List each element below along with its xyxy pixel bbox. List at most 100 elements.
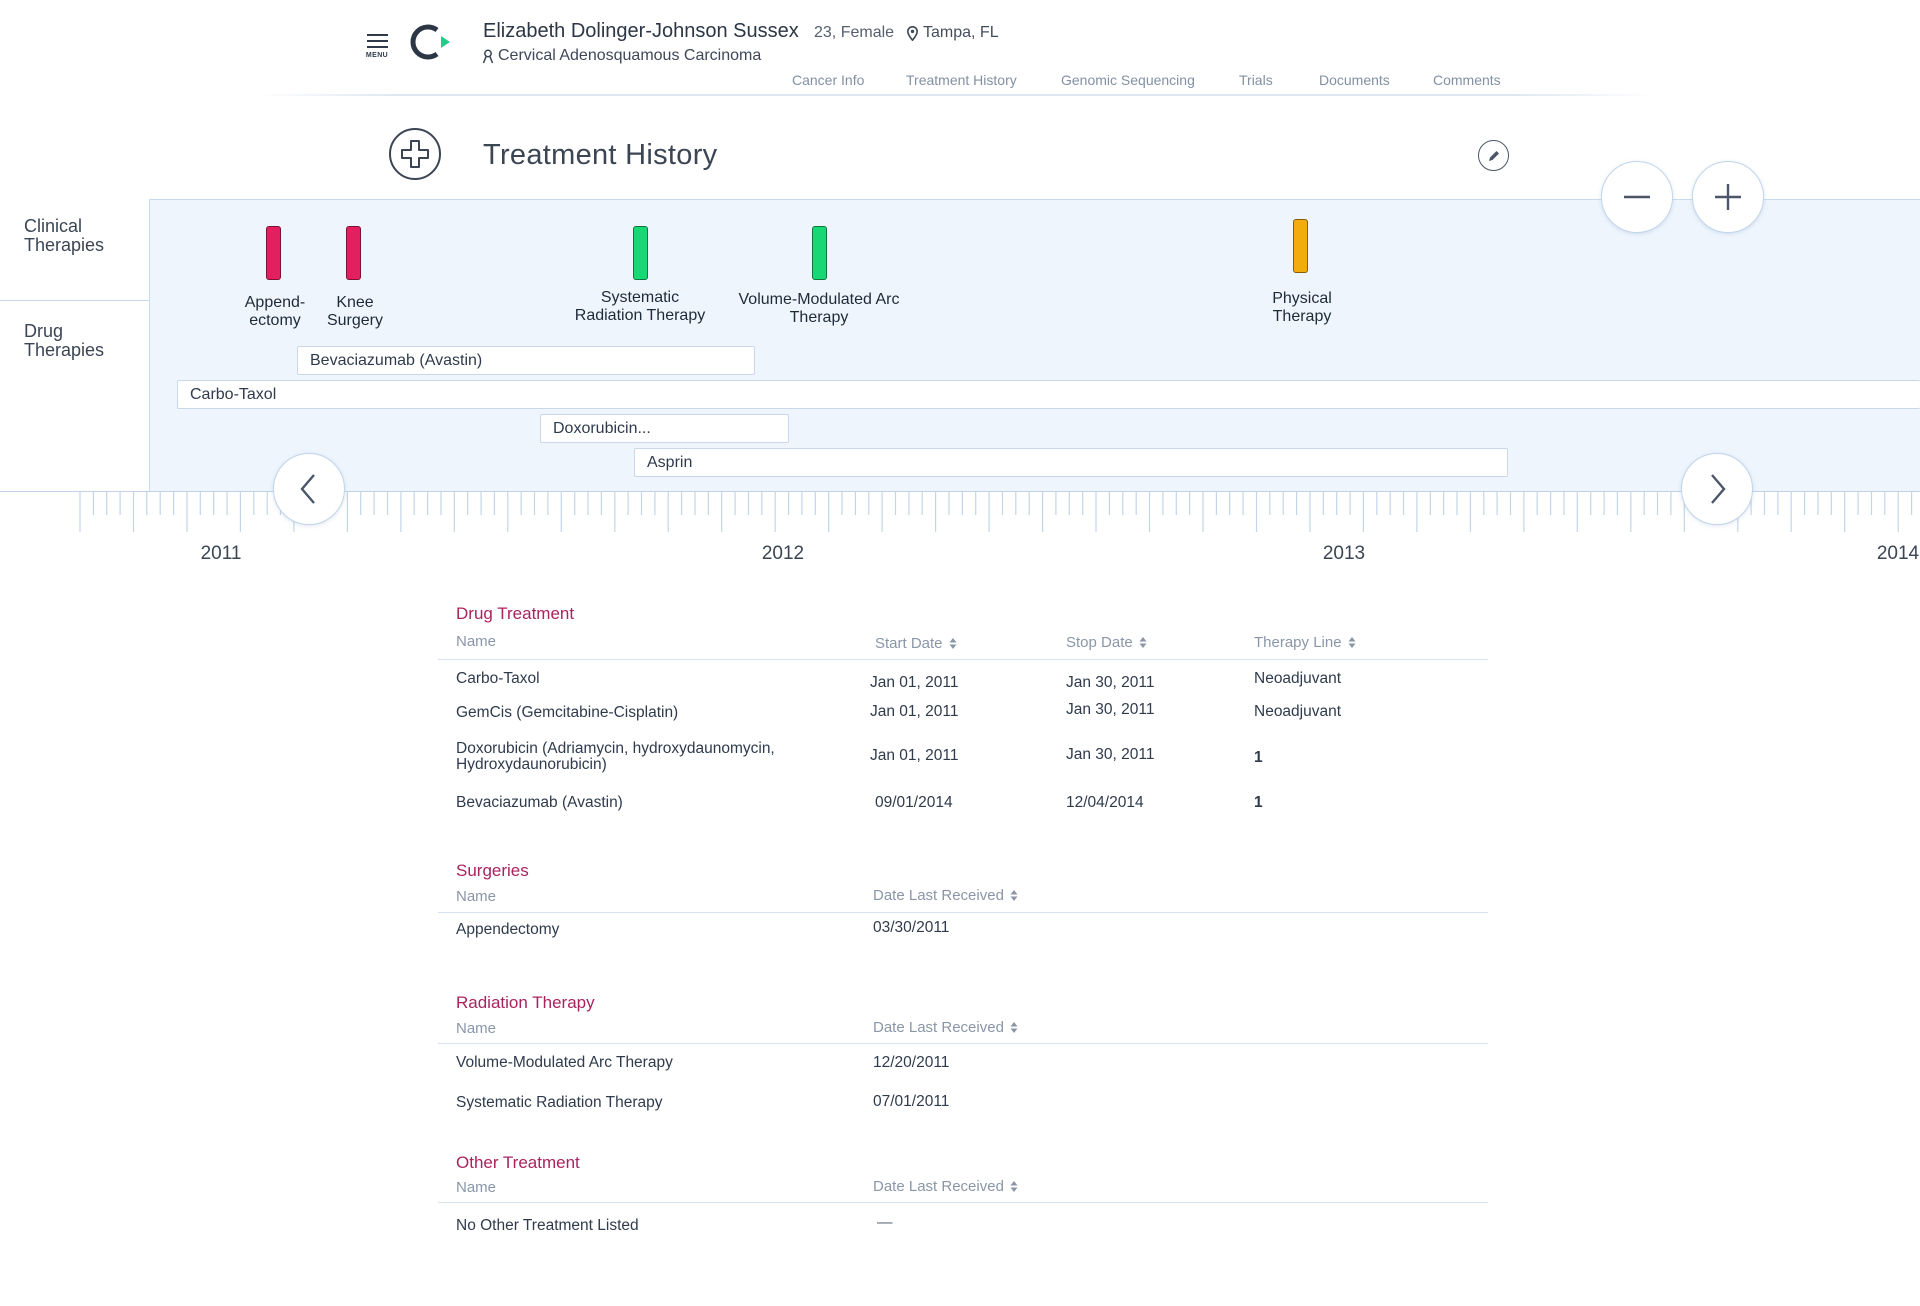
nav-comments[interactable]: Comments [1433, 72, 1501, 88]
col-date-last-received[interactable]: Date Last Received [873, 887, 1018, 904]
ribbon-icon [482, 49, 494, 64]
table-cell: 1 [1254, 794, 1263, 811]
table-cell: 12/20/2011 [873, 1054, 950, 1071]
patient-location: Tampa, FL [907, 24, 999, 42]
col-name-text: Name [456, 633, 497, 650]
col-stop-date[interactable]: Stop Date [1066, 634, 1147, 651]
table-header-rule [438, 1202, 1488, 1203]
add-treatment-button[interactable] [389, 128, 441, 180]
year-label: 2011 [200, 543, 242, 564]
col-start-date-text: Start Date [875, 635, 943, 652]
col-date-text: Date Last Received [873, 887, 1004, 904]
medical-cross-icon [401, 140, 429, 168]
timeline-next-button[interactable] [1681, 453, 1753, 525]
table-cell: Bevaciazumab (Avastin) [456, 794, 623, 811]
table-cell: Doxorubicin (Adriamycin, hydroxydaunomyc… [456, 740, 775, 773]
table-cell: Volume-Modulated Arc Therapy [456, 1054, 673, 1071]
menu-button[interactable]: MENU [362, 32, 392, 66]
label-knee-surgery: Knee Surgery [326, 294, 384, 329]
location-pin-icon [907, 25, 918, 41]
col-name: Name [456, 633, 496, 650]
col-stop-date-text: Stop Date [1066, 634, 1133, 651]
table-cell: 12/04/2014 [1066, 794, 1144, 811]
location-text: Tampa, FL [923, 24, 999, 41]
zoom-out-button[interactable] [1601, 161, 1673, 233]
table-cell: Appendectomy [456, 921, 560, 938]
marker-physical-therapy[interactable] [1293, 219, 1308, 273]
col-therapy-line[interactable]: Therapy Line [1254, 634, 1356, 651]
col-name-text: Name [456, 888, 497, 905]
year-label: 2012 [761, 543, 805, 564]
table-cell: Jan 30, 2011 [1066, 701, 1155, 718]
table-cell: 1 [1254, 749, 1263, 766]
clinical-line-2: Therapies [24, 235, 105, 255]
table-cell: Jan 30, 2011 [1066, 746, 1155, 763]
marker-vmat[interactable] [812, 226, 827, 280]
table-cell: Systematic Radiation Therapy [456, 1094, 663, 1111]
sort-icon[interactable] [1348, 636, 1356, 649]
sort-icon[interactable] [1010, 1180, 1018, 1193]
patient-diagnosis: Cervical Adenosquamous Carcinoma [482, 47, 761, 65]
label-physical-therapy: Physical Therapy [1272, 290, 1332, 325]
col-name: Name [456, 1179, 496, 1196]
drug-bar-bevaciazumab[interactable]: Bevaciazumab (Avastin) [297, 346, 755, 375]
edit-button[interactable] [1478, 140, 1509, 171]
table-cell: Jan 01, 2011 [870, 703, 959, 720]
nav-genomic-sequencing[interactable]: Genomic Sequencing [1061, 72, 1195, 88]
col-therapy-line-text: Therapy Line [1254, 634, 1342, 651]
col-name: Name [456, 888, 496, 905]
label-appendectomy: Append-ectomy [244, 294, 306, 329]
col-name-text: Name [456, 1179, 497, 1196]
marker-knee-surgery[interactable] [346, 226, 361, 280]
col-name-text: Name [456, 1020, 497, 1037]
drug-treatment-title: Drug Treatment [456, 604, 575, 623]
year-label: 2014 [1876, 543, 1920, 564]
sort-icon[interactable] [1010, 889, 1018, 902]
table-cell: No Other Treatment Listed [456, 1217, 639, 1234]
col-date-text: Date Last Received [873, 1019, 1004, 1036]
sort-icon[interactable] [1139, 636, 1147, 649]
minus-icon [1624, 195, 1650, 199]
label-systematic-radiation: Systematic Radiation Therapy [574, 289, 706, 324]
clinical-line-1: Clinical [24, 216, 83, 236]
patient-age-sex: 23, Female [814, 24, 895, 41]
app-logo[interactable] [410, 22, 452, 62]
table-cell: — [877, 1214, 893, 1231]
table-cell: 07/01/2011 [873, 1093, 950, 1110]
pencil-icon [1488, 150, 1499, 161]
col-date-last-received[interactable]: Date Last Received [873, 1178, 1018, 1195]
col-start-date[interactable]: Start Date [875, 635, 957, 652]
menu-label: MENU [365, 52, 389, 59]
table-header-rule [438, 1043, 1488, 1044]
marker-systematic-radiation[interactable] [633, 226, 648, 280]
radiation-therapy-title: Radiation Therapy [456, 993, 595, 1012]
nav-trials[interactable]: Trials [1239, 72, 1273, 88]
chevron-left-icon [300, 474, 315, 504]
row-label-clinical: Clinical Therapies [24, 217, 104, 255]
sort-icon[interactable] [949, 637, 957, 650]
col-name: Name [456, 1020, 496, 1037]
zoom-in-button[interactable] [1692, 161, 1764, 233]
row-label-drug: Drug Therapies [24, 322, 104, 360]
drug-bar-carbo-taxol[interactable]: Carbo-Taxol [177, 380, 1920, 409]
col-date-text: Date Last Received [873, 1178, 1004, 1195]
sort-icon[interactable] [1010, 1021, 1018, 1034]
page-title: Treatment History [483, 139, 718, 171]
drug-bar-asprin[interactable]: Asprin [634, 448, 1508, 477]
table-cell: 09/01/2014 [875, 794, 953, 811]
drug-line-2: Therapies [24, 340, 105, 360]
year-label: 2013 [1322, 543, 1366, 564]
nav-treatment-history[interactable]: Treatment History [906, 72, 1017, 88]
table-cell: Neoadjuvant [1254, 703, 1342, 720]
col-date-last-received[interactable]: Date Last Received [873, 1019, 1018, 1036]
marker-appendectomy[interactable] [266, 226, 281, 280]
table-header-rule [438, 912, 1488, 913]
surgeries-title: Surgeries [456, 861, 529, 880]
label-vmat: Volume-Modulated Arc Therapy [738, 291, 900, 326]
row-divider [0, 300, 149, 301]
nav-cancer-info[interactable]: Cancer Info [792, 72, 864, 88]
table-cell: Carbo-Taxol [456, 670, 540, 687]
drug-bar-doxorubicin[interactable]: Doxorubicin... [540, 414, 789, 443]
timeline-prev-button[interactable] [273, 453, 345, 525]
nav-documents[interactable]: Documents [1319, 72, 1390, 88]
